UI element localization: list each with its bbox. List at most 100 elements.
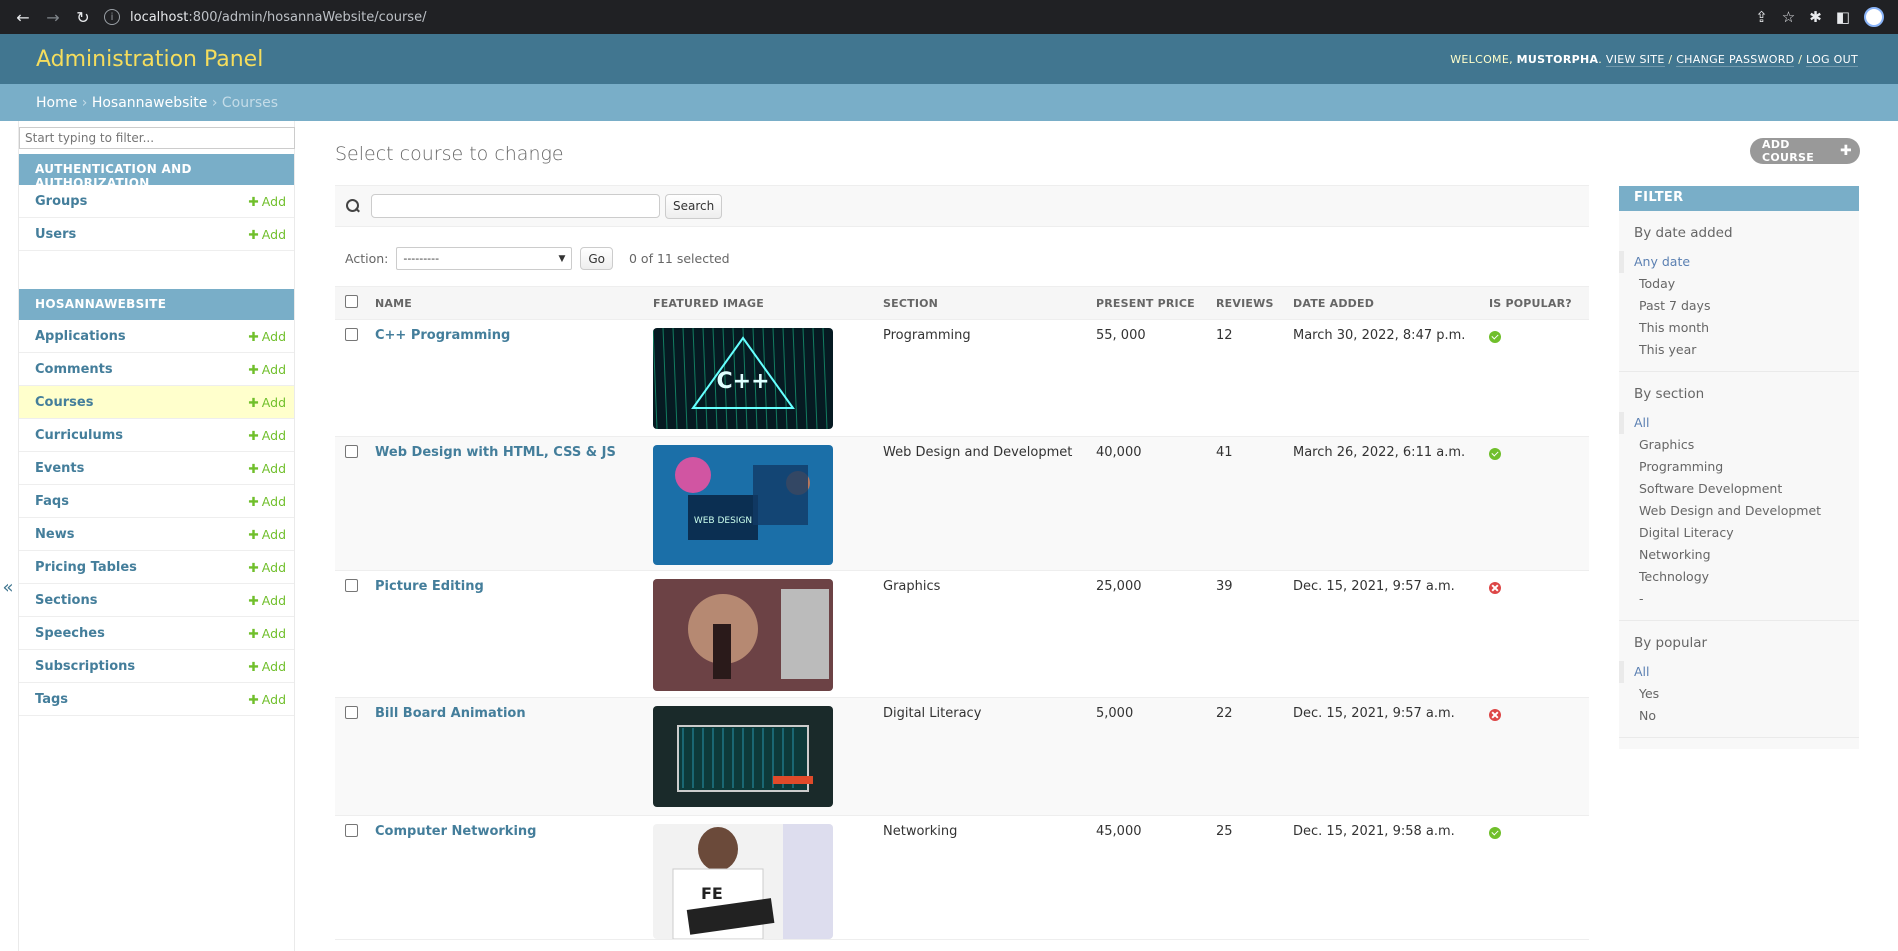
filter-option-yes[interactable]: Yes [1619,683,1859,705]
filter-option-networking[interactable]: Networking [1619,544,1859,566]
add-link[interactable]: ✚ Add [248,428,286,443]
sidebar-item-tags[interactable]: Tags ✚ Add [19,683,294,716]
log-out-link[interactable]: Log out [1806,52,1858,67]
add-link[interactable]: ✚ Add [248,227,286,242]
sidebar-item-label[interactable]: Applications [35,329,126,344]
profile-avatar-icon[interactable] [1864,7,1884,27]
add-link[interactable]: ✚ Add [248,362,286,377]
sidebar-item-label[interactable]: Faqs [35,494,69,509]
go-button[interactable]: Go [580,247,613,270]
course-name-link[interactable]: Picture Editing [375,579,484,594]
address-bar[interactable]: i localhost :800/admin/hosannaWebsite/co… [104,4,1755,30]
back-arrow-icon[interactable]: ← [8,2,38,32]
column-header-featured-image[interactable]: Featured image [647,286,877,320]
row-checkbox[interactable] [345,328,358,341]
sidebar-item-news[interactable]: News ✚ Add [19,518,294,551]
sidebar-item-events[interactable]: Events ✚ Add [19,452,294,485]
column-header-present-price[interactable]: Present price [1090,286,1210,320]
course-name-link[interactable]: Bill Board Animation [375,706,526,721]
column-header-name[interactable]: Name [369,286,647,320]
add-link[interactable]: ✚ Add [248,626,286,641]
course-name-link[interactable]: Computer Networking [375,824,536,839]
add-link[interactable]: ✚ Add [248,527,286,542]
course-name-link[interactable]: C++ Programming [375,328,510,343]
sidebar-item-comments[interactable]: Comments ✚ Add [19,353,294,386]
sidebar-item-label[interactable]: Events [35,461,84,476]
course-name-link[interactable]: Web Design with HTML, CSS & JS [375,445,616,460]
side-panel-icon[interactable]: ◧ [1836,8,1850,26]
add-link[interactable]: ✚ Add [248,659,286,674]
filter-option-graphics[interactable]: Graphics [1619,434,1859,456]
filter-option-technology[interactable]: Technology [1619,566,1859,588]
sidebar-toggle-icon[interactable]: « [0,577,16,598]
add-course-button[interactable]: Add course ✚ [1750,138,1860,164]
sidebar-item-label[interactable]: Sections [35,593,97,608]
sidebar-item-faqs[interactable]: Faqs ✚ Add [19,485,294,518]
sidebar-item-label[interactable]: Groups [35,194,87,209]
sidebar-item-sections[interactable]: Sections ✚ Add [19,584,294,617]
add-link[interactable]: ✚ Add [248,194,286,209]
app-module-caption[interactable]: Hosannawebsite [19,289,294,320]
action-select[interactable]: --------- ▼ [396,247,573,270]
reload-icon[interactable]: ↻ [68,2,98,32]
sidebar-item-curriculums[interactable]: Curriculums ✚ Add [19,419,294,452]
share-icon[interactable]: ⇪ [1755,8,1768,26]
filter-option-past-7-days[interactable]: Past 7 days [1619,295,1859,317]
column-header-reviews[interactable]: Reviews [1210,286,1287,320]
filter-option-all[interactable]: All [1619,661,1859,683]
add-link[interactable]: ✚ Add [248,494,286,509]
row-checkbox[interactable] [345,824,358,837]
sidebar-item-courses[interactable]: Courses ✚ Add [19,386,294,419]
change-password-link[interactable]: Change password [1676,52,1795,67]
add-link[interactable]: ✚ Add [248,329,286,344]
filter-option-dash[interactable]: - [1619,588,1859,610]
sidebar-item-label[interactable]: Comments [35,362,113,377]
sidebar-item-pricing-tables[interactable]: Pricing Tables ✚ Add [19,551,294,584]
sidebar-item-label[interactable]: Curriculums [35,428,123,443]
sidebar-item-label[interactable]: Users [35,227,76,242]
filter-option-today[interactable]: Today [1619,273,1859,295]
column-header-is-popular[interactable]: Is popular? [1483,286,1589,320]
sidebar-item-applications[interactable]: Applications ✚ Add [19,320,294,353]
nav-filter-input[interactable] [19,127,295,149]
add-link[interactable]: ✚ Add [248,461,286,476]
auth-module-caption[interactable]: Authentication and Authorization [19,154,294,190]
add-link[interactable]: ✚ Add [248,395,286,410]
select-all-checkbox[interactable] [345,295,358,308]
sidebar-item-label[interactable]: Pricing Tables [35,560,137,575]
forward-arrow-icon[interactable]: → [38,2,68,32]
filter-option-software-development[interactable]: Software Development [1619,478,1859,500]
sidebar-item-label[interactable]: Speeches [35,626,105,641]
add-link[interactable]: ✚ Add [248,593,286,608]
filter-option-this-year[interactable]: This year [1619,339,1859,361]
search-button[interactable]: Search [665,193,723,219]
sidebar-item-label[interactable]: Tags [35,692,68,707]
filter-option-any-date[interactable]: Any date [1619,251,1859,273]
filter-option-programming[interactable]: Programming [1619,456,1859,478]
breadcrumb-home[interactable]: Home [36,95,77,111]
sidebar-item-subscriptions[interactable]: Subscriptions ✚ Add [19,650,294,683]
column-header-section[interactable]: Section [877,286,1090,320]
extensions-puzzle-icon[interactable]: ✱ [1809,8,1822,26]
column-header-date-added[interactable]: Date added [1287,286,1483,320]
sidebar-item-label[interactable]: Courses [35,395,93,410]
view-site-link[interactable]: View site [1605,52,1665,67]
bookmark-star-icon[interactable]: ☆ [1782,8,1795,26]
add-link[interactable]: ✚ Add [248,692,286,707]
search-input[interactable] [371,194,660,218]
breadcrumb-app[interactable]: Hosannawebsite [92,95,208,111]
filter-option-web-design-and-developmet[interactable]: Web Design and Developmet [1619,500,1859,522]
sidebar-item-users[interactable]: Users ✚ Add [19,218,294,251]
filter-option-all[interactable]: All [1619,412,1859,434]
sidebar-item-label[interactable]: News [35,527,74,542]
site-branding[interactable]: Administration Panel [36,47,263,72]
sidebar-item-speeches[interactable]: Speeches ✚ Add [19,617,294,650]
filter-option-this-month[interactable]: This month [1619,317,1859,339]
row-checkbox[interactable] [345,445,358,458]
add-link[interactable]: ✚ Add [248,560,286,575]
filter-option-no[interactable]: No [1619,705,1859,727]
site-info-icon[interactable]: i [104,9,120,25]
row-checkbox[interactable] [345,706,358,719]
row-checkbox[interactable] [345,579,358,592]
sidebar-item-label[interactable]: Subscriptions [35,659,135,674]
